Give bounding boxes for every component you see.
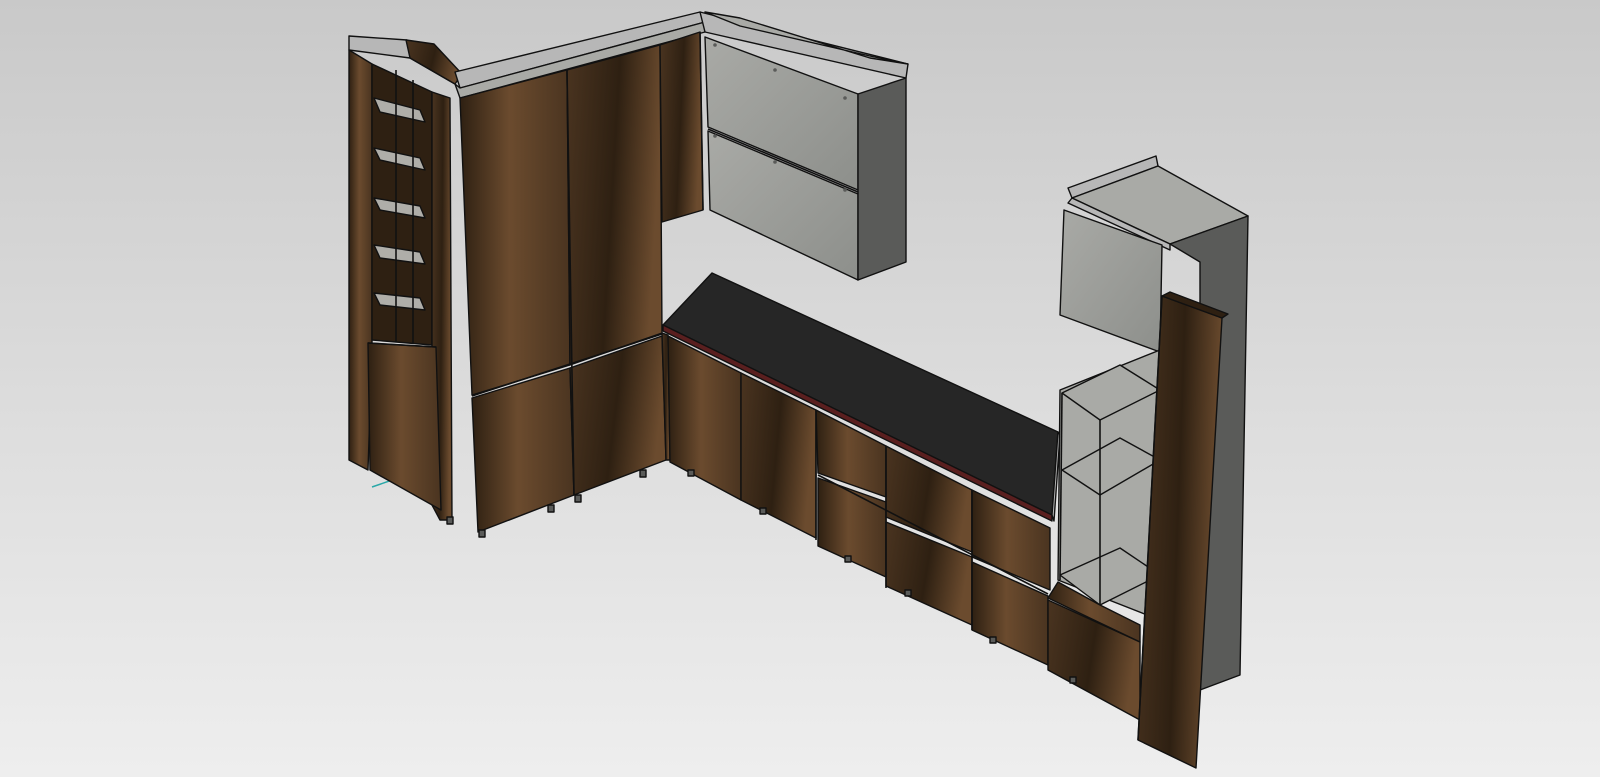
cad-viewport[interactable] <box>0 0 1600 777</box>
tall-shelf-unit[interactable] <box>348 35 463 521</box>
kitchen-cabinet-3d-model[interactable] <box>0 0 1600 777</box>
corner-upper-cabinet[interactable] <box>659 31 704 223</box>
